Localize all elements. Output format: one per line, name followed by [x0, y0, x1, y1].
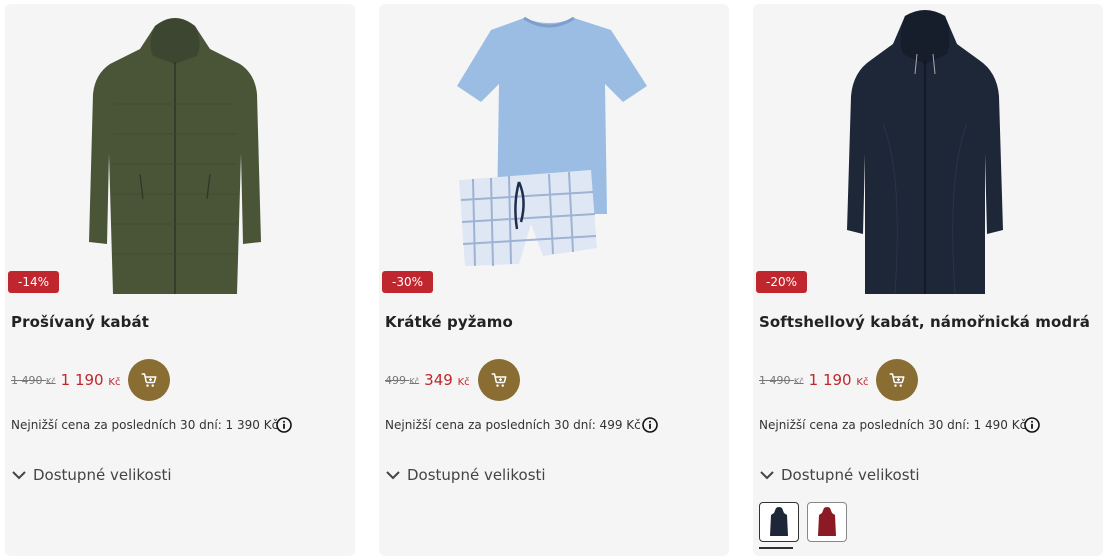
chevron-down-icon	[12, 471, 26, 480]
selected-swatch-indicator	[759, 547, 793, 549]
new-price: 349 Kč	[424, 371, 470, 389]
color-swatches	[759, 502, 855, 542]
old-price: 1 490 Kč	[11, 373, 56, 387]
available-sizes-label: Dostupné velikosti	[33, 466, 172, 484]
product-card[interactable]: -14% Prošívaný kabát 1 490 Kč 1 190 Kč N…	[5, 4, 355, 556]
available-sizes-label: Dostupné velikosti	[407, 466, 546, 484]
available-sizes-toggle[interactable]: Dostupné velikosti	[759, 466, 920, 484]
product-image[interactable]	[379, 4, 729, 304]
info-icon[interactable]	[642, 417, 658, 433]
color-swatch-navy[interactable]	[759, 502, 799, 542]
product-grid: -14% Prošívaný kabát 1 490 Kč 1 190 Kč N…	[0, 0, 1107, 560]
cart-icon	[141, 373, 157, 387]
chevron-down-icon	[760, 471, 774, 480]
add-to-cart-button[interactable]	[876, 359, 919, 401]
discount-badge: -20%	[756, 271, 808, 293]
discount-badge: -14%	[8, 271, 60, 293]
available-sizes-label: Dostupné velikosti	[781, 466, 920, 484]
cart-icon	[889, 373, 905, 387]
available-sizes-toggle[interactable]: Dostupné velikosti	[11, 466, 172, 484]
available-sizes-toggle[interactable]: Dostupné velikosti	[385, 466, 546, 484]
discount-badge: -30%	[382, 271, 434, 293]
product-title[interactable]: Prošívaný kabát	[11, 313, 149, 331]
product-title[interactable]: Krátké pyžamo	[385, 313, 513, 331]
price-row: 1 490 Kč 1 190 Kč	[759, 359, 919, 401]
product-image[interactable]	[753, 4, 1103, 304]
new-price: 1 190 Kč	[60, 371, 121, 389]
add-to-cart-button[interactable]	[128, 359, 171, 401]
price-row: 499 Kč 349 Kč	[385, 359, 520, 401]
price-row: 1 490 Kč 1 190 Kč	[11, 359, 171, 401]
product-title[interactable]: Softshellový kabát, námořnická modrá	[759, 313, 1090, 331]
old-price: 499 Kč	[385, 373, 420, 387]
lowest-price-info: Nejnižší cena za posledních 30 dní: 499 …	[385, 418, 641, 432]
add-to-cart-button[interactable]	[477, 359, 520, 401]
lowest-price-info: Nejnižší cena za posledních 30 dní: 1 49…	[759, 418, 1027, 432]
old-price: 1 490 Kč	[759, 373, 804, 387]
new-price: 1 190 Kč	[808, 371, 869, 389]
chevron-down-icon	[386, 471, 400, 480]
info-icon[interactable]	[1024, 417, 1040, 433]
product-card[interactable]: -30% Krátké pyžamo 499 Kč 349 Kč Nejnižš…	[379, 4, 729, 556]
info-icon[interactable]	[276, 417, 292, 433]
product-card[interactable]: -20% Softshellový kabát, námořnická modr…	[753, 4, 1103, 556]
lowest-price-info: Nejnižší cena za posledních 30 dní: 1 39…	[11, 418, 279, 432]
product-image[interactable]	[5, 4, 355, 304]
cart-icon	[491, 373, 507, 387]
color-swatch-burgundy[interactable]	[807, 502, 847, 542]
